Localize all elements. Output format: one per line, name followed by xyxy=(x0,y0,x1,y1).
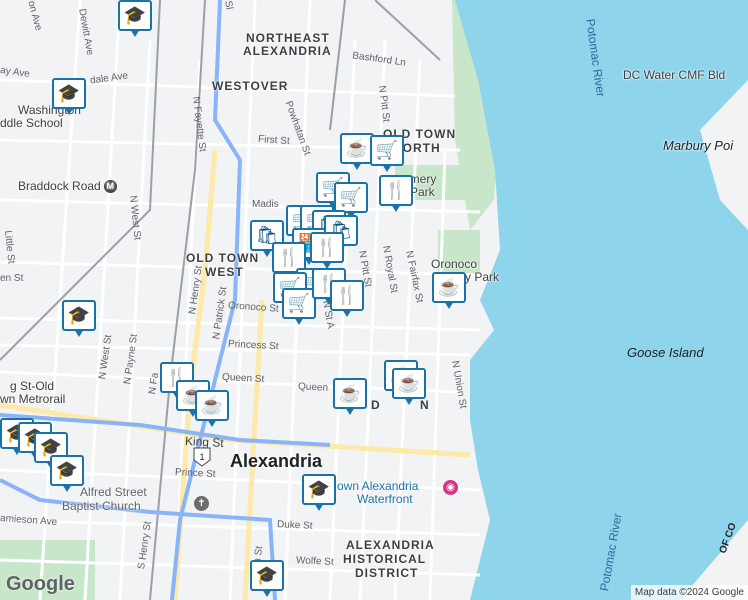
poi-label: ddle School xyxy=(0,116,63,130)
coffee-marker[interactable]: ☕ xyxy=(195,390,229,428)
school-icon: 🎓 xyxy=(250,560,284,591)
street-label: en St xyxy=(0,273,24,284)
street-label: Queen xyxy=(297,381,329,394)
school-icon: 🎓 xyxy=(118,0,152,31)
street-label: Prince St xyxy=(174,466,216,481)
map-attribution[interactable]: Map data ©2024 Google xyxy=(630,585,748,600)
coffee-marker[interactable]: ☕ xyxy=(333,378,367,416)
coffee-marker[interactable]: ☕ xyxy=(432,272,466,310)
neighborhood-label: HISTORICAL xyxy=(343,552,427,566)
grocery-icon: 🛒 xyxy=(370,135,404,166)
school-marker[interactable]: 🎓 xyxy=(250,560,284,598)
coffee-icon: ☕ xyxy=(340,133,374,164)
school-marker[interactable]: 🎓 xyxy=(52,78,86,116)
poi-label: Baptist Church xyxy=(62,499,141,513)
restaurant-icon: 🍴 xyxy=(379,175,413,206)
poi-label: Waterfront xyxy=(357,492,413,506)
poi-label: Marbury Poi xyxy=(663,138,734,153)
poi-label: DC Water CMF Bld xyxy=(623,68,726,82)
island-label: Goose Island xyxy=(627,345,704,360)
grocery-marker[interactable]: 🛒 xyxy=(282,288,316,326)
street-label: Duke St xyxy=(276,519,313,532)
street-label: First St xyxy=(257,133,291,148)
school-marker[interactable]: 🎓 xyxy=(302,474,336,512)
neighborhood-label: ALEXANDRIA xyxy=(243,44,332,58)
poi-label: Alfred Street xyxy=(80,485,147,499)
poi-label: y Park xyxy=(465,270,500,284)
school-icon: 🎓 xyxy=(62,300,96,331)
school-icon: 🎓 xyxy=(52,78,86,109)
street-label: Wolfe St xyxy=(295,555,334,568)
coffee-icon: ☕ xyxy=(195,390,229,421)
grocery-icon: 🛒 xyxy=(282,288,316,319)
street-label: King St xyxy=(184,433,225,451)
poi-label[interactable]: Braddock Road M xyxy=(18,180,117,194)
school-icon: 🎓 xyxy=(302,474,336,505)
neighborhood-label: NORTHEAST xyxy=(246,31,330,45)
grocery-icon: 🛒 xyxy=(334,182,368,213)
map-label: D xyxy=(371,398,380,412)
city-label: Alexandria xyxy=(230,451,323,471)
poi-label: Park xyxy=(410,185,435,199)
restaurant-icon: 🍴 xyxy=(310,232,344,263)
route-shield-label: 1 xyxy=(199,452,204,462)
street-label: Little St xyxy=(2,229,17,265)
neighborhood-label: WEST xyxy=(205,265,244,279)
coffee-icon: ☕ xyxy=(432,272,466,303)
restaurant-marker[interactable]: 🍴 xyxy=(379,175,413,213)
school-icon: 🎓 xyxy=(50,455,84,486)
coffee-icon: ☕ xyxy=(333,378,367,409)
neighborhood-label: DISTRICT xyxy=(355,566,419,580)
church-icon: ✝ xyxy=(194,496,209,511)
neighborhood-label: OLD TOWN xyxy=(186,251,260,265)
poi-label: wn Metrorail xyxy=(0,392,66,406)
street-label: Queen St xyxy=(221,371,265,386)
restaurant-marker[interactable]: 🍴 xyxy=(310,232,344,270)
grocery-marker[interactable]: 🛒 xyxy=(370,135,404,173)
school-marker[interactable]: 🎓 xyxy=(62,300,96,338)
neighborhood-label: ALEXANDRIA xyxy=(346,538,435,552)
google-logo: Google xyxy=(6,573,75,595)
restaurant-marker[interactable]: 🍴 xyxy=(330,280,364,318)
poi-label: own Alexandria xyxy=(337,479,419,493)
coffee-marker[interactable]: ☕ xyxy=(392,368,426,406)
camera-icon: ◉ xyxy=(443,480,458,495)
coffee-marker[interactable]: ☕ xyxy=(340,133,374,171)
restaurant-icon: 🍴 xyxy=(330,280,364,311)
poi-label: Oronoco xyxy=(431,257,478,271)
coffee-icon: ☕ xyxy=(392,368,426,399)
neighborhood-label: WESTOVER xyxy=(212,79,289,93)
street-label: Sl xyxy=(222,0,235,11)
school-marker[interactable]: 🎓 xyxy=(50,455,84,493)
poi-label: g St-Old xyxy=(10,379,55,393)
street-label: Madis xyxy=(252,199,279,210)
metro-icon: M xyxy=(103,180,117,194)
school-marker[interactable]: 🎓 xyxy=(118,0,152,38)
